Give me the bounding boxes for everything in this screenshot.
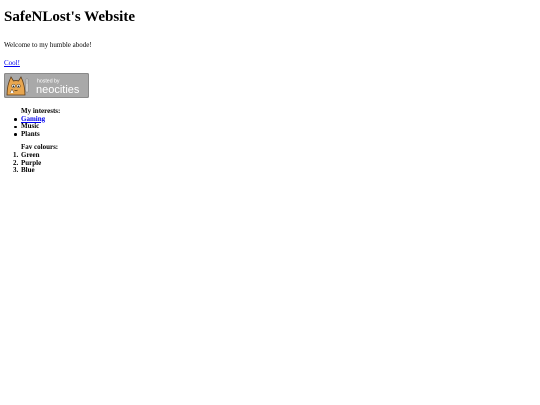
list-number: 3. — [13, 166, 19, 175]
list-item: Plants — [14, 130, 536, 139]
neocities-badge[interactable]: hosted by neocities — [4, 73, 89, 98]
colours-section: Fav colours: 1. Green 2. Purple 3. Blue — [13, 143, 536, 175]
list-item: Gaming — [14, 115, 536, 124]
colours-title: Fav colours: — [21, 143, 59, 152]
list-item-label: Blue — [21, 166, 35, 175]
page-title: SafeNLost's Website — [4, 9, 135, 25]
welcome-text: Welcome to my humble abode! — [4, 41, 92, 49]
list-item: 1. Green — [13, 151, 536, 160]
list-item: 2. Purple — [13, 159, 536, 168]
interests-title: My interests: — [21, 107, 61, 115]
badge-large-text: neocities — [36, 84, 80, 96]
page-body: SafeNLost's Website Welcome to my humble… — [0, 0, 540, 175]
list-item: Music — [14, 123, 536, 131]
colours-list: 1. Green 2. Purple 3. Blue — [13, 151, 536, 175]
list-item: 3. Blue — [13, 166, 536, 175]
interests-list: Gaming Music Plants — [14, 115, 536, 139]
cool-link[interactable]: Cool! — [4, 59, 20, 68]
interests-section: My interests: Gaming Music Plants — [14, 107, 536, 139]
